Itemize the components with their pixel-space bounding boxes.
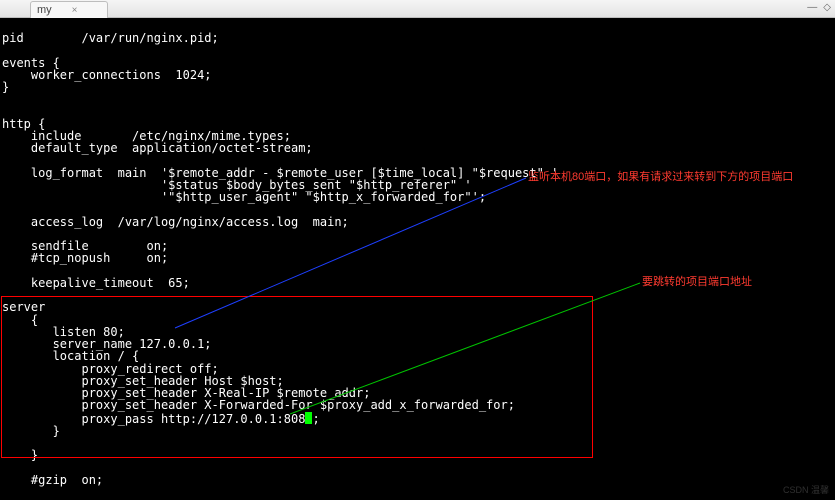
code-line: default_type application/octet-stream; [2, 141, 313, 155]
code-line: #gzip on; [2, 473, 103, 487]
code-line: } [2, 80, 9, 94]
code-line: worker_connections 1024; [2, 68, 212, 82]
window-controls: — ◇ [807, 2, 831, 13]
code-line: keepalive_timeout 65; [2, 276, 190, 290]
code-line: access_log /var/log/nginx/access.log mai… [2, 215, 349, 229]
annotation-listen: 监听本机80端口，如果有请求过来转到下方的项目端口 [528, 168, 793, 184]
code-line: '"$http_user_agent" "$http_x_forwarded_f… [2, 190, 486, 204]
minimize-icon[interactable]: — [807, 2, 817, 13]
code-line: pid /var/run/nginx.pid; [2, 31, 219, 45]
tab-label: my [37, 4, 52, 16]
titlebar-spacer [0, 0, 30, 17]
terminal-content[interactable]: pid /var/run/nginx.pid; events { worker_… [0, 18, 835, 488]
annotation-proxy-pass: 要跳转的项目端口地址 [642, 273, 752, 289]
code-line: #tcp_nopush on; [2, 251, 168, 265]
watermark: CSDN 温馨 [783, 483, 829, 496]
maximize-icon[interactable]: ◇ [823, 2, 831, 13]
code-line: proxy_set_header X-Forwarded-For $proxy_… [2, 398, 515, 412]
window-titlebar: my × — ◇ [0, 0, 835, 18]
tab-my[interactable]: my × [30, 1, 108, 18]
code-text: ; [312, 412, 319, 426]
code-line: } [2, 448, 38, 462]
close-icon[interactable]: × [72, 5, 78, 16]
code-line: } [2, 424, 60, 438]
